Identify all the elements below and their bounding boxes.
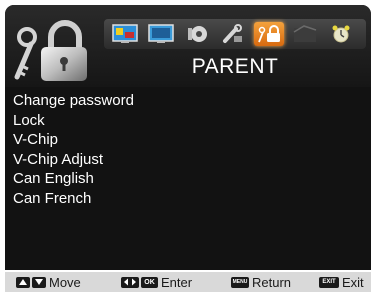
enter-label: Enter xyxy=(161,274,193,290)
exit-key-icon: EXIT xyxy=(319,276,339,288)
menu-item-lock[interactable]: Lock xyxy=(13,111,134,131)
tv-menu-screen: PARENT Change password Lock V-Chip V-Chi… xyxy=(5,5,371,270)
left-right-arrows-icon xyxy=(121,276,139,288)
menu-title: PARENT xyxy=(191,55,279,78)
down-arrow-icon xyxy=(32,276,46,288)
menu-header: PARENT xyxy=(5,5,371,87)
channel-icon[interactable] xyxy=(290,22,320,46)
return-hint: MENU Return xyxy=(231,274,291,290)
screen-icon[interactable] xyxy=(146,22,176,46)
button-hint-bar: Move OK Enter MENU Return EXIT Exit xyxy=(5,272,371,292)
timer-icon[interactable] xyxy=(326,22,356,46)
tools-icon[interactable] xyxy=(218,22,248,46)
parental-lock-icon[interactable] xyxy=(254,22,284,46)
return-label: Return xyxy=(252,274,292,290)
menu-item-change-password[interactable]: Change password xyxy=(13,91,134,111)
exit-label: Exit xyxy=(342,274,364,290)
exit-hint: EXIT Exit xyxy=(319,274,364,290)
enter-hint: OK Enter xyxy=(121,274,192,290)
padlock-icon xyxy=(14,20,87,81)
up-arrow-icon xyxy=(16,276,30,288)
move-hint: Move xyxy=(16,274,81,290)
menu-icon-strip xyxy=(104,19,366,49)
menu-item-v-chip[interactable]: V-Chip xyxy=(13,130,134,150)
menu-item-can-french[interactable]: Can French xyxy=(13,189,134,209)
menu-item-v-chip-adjust[interactable]: V-Chip Adjust xyxy=(13,150,134,170)
sound-icon[interactable] xyxy=(182,22,212,46)
menu-item-can-english[interactable]: Can English xyxy=(13,169,134,189)
move-label: Move xyxy=(49,274,81,290)
picture-icon[interactable] xyxy=(110,22,140,46)
ok-key-icon: OK xyxy=(141,276,158,288)
menu-key-icon: MENU xyxy=(231,276,249,288)
menu-list: Change password Lock V-Chip V-Chip Adjus… xyxy=(13,91,134,208)
